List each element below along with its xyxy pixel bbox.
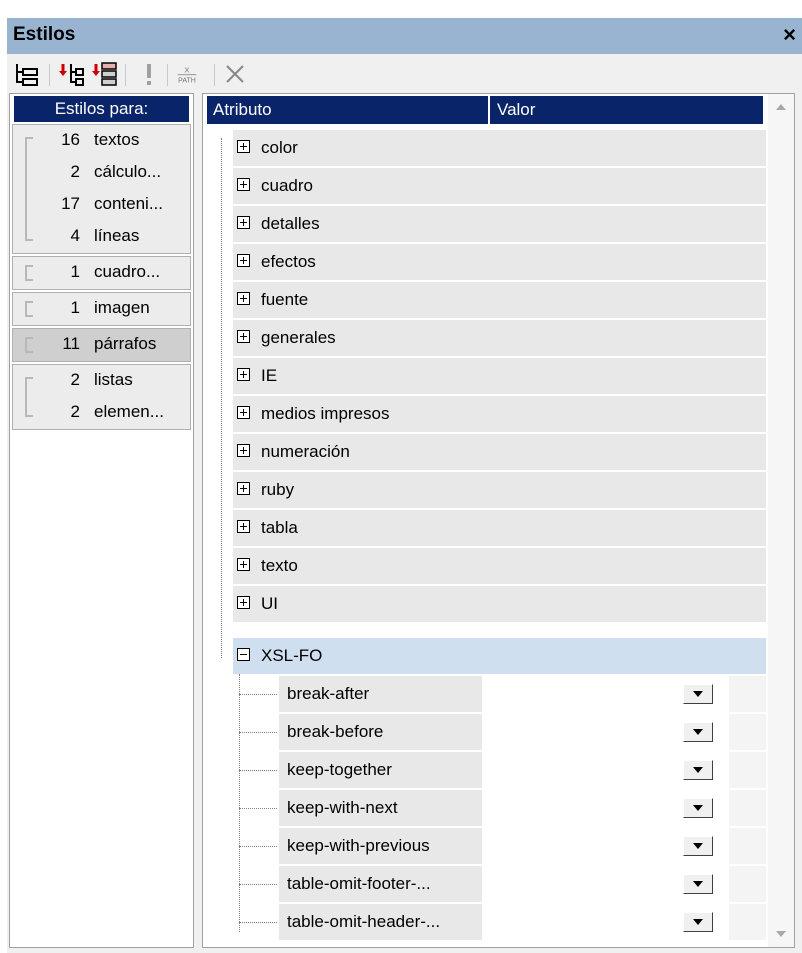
attribute-group-row[interactable]: UI: [233, 586, 766, 622]
attribute-group-row[interactable]: efectos: [233, 244, 766, 280]
toolbar: X PATH: [7, 54, 802, 94]
dropdown-arrow-icon[interactable]: [683, 722, 713, 742]
add-style-alt-icon[interactable]: [90, 60, 118, 88]
svg-text:X: X: [184, 65, 190, 74]
collapse-icon[interactable]: [237, 648, 250, 661]
attribute-row[interactable]: break-after: [279, 676, 482, 712]
title-bar: Estilos ×: [7, 18, 802, 54]
style-group-text: 16 textos 2 cálculo... 17 conteni... 4 línea…: [12, 124, 191, 254]
column-header-attribute[interactable]: Atributo: [213, 100, 272, 120]
attribute-value[interactable]: [487, 790, 727, 826]
dropdown-arrow-icon[interactable]: [683, 912, 713, 932]
attribute-row[interactable]: table-omit-footer-...: [279, 866, 482, 902]
vertical-scrollbar[interactable]: [768, 94, 794, 947]
expand-icon[interactable]: [237, 406, 250, 419]
attribute-value[interactable]: [487, 752, 727, 788]
attribute-group-row[interactable]: detalles: [233, 206, 766, 242]
attribute-row[interactable]: table-omit-header-...: [279, 904, 482, 940]
attribute-group-row[interactable]: IE: [233, 358, 766, 394]
dropdown-arrow-icon[interactable]: [683, 684, 713, 704]
list-item[interactable]: 4 líneas: [13, 221, 190, 253]
expand-icon[interactable]: [237, 216, 250, 229]
window-title: Estilos: [13, 24, 76, 45]
attribute-value[interactable]: [487, 866, 727, 902]
attribute-row[interactable]: keep-with-previous: [279, 828, 482, 864]
attribute-group-row[interactable]: generales: [233, 320, 766, 356]
attributes-header: Atributo Valor: [207, 96, 763, 124]
attribute-value[interactable]: [487, 714, 727, 750]
style-group-image: 1 imagen: [12, 292, 191, 326]
style-group-paragraphs: 11 párrafos: [12, 328, 191, 362]
attribute-group-row[interactable]: numeración: [233, 434, 766, 470]
add-style-icon[interactable]: [57, 60, 85, 88]
expand-icon[interactable]: [237, 254, 250, 267]
expand-icon[interactable]: [237, 292, 250, 305]
style-group-box: 1 cuadro...: [12, 256, 191, 290]
svg-text:PATH: PATH: [178, 78, 196, 85]
attributes-panel: Atributo Valor color cuadro detalles efe…: [202, 93, 795, 948]
attribute-group-row[interactable]: color: [233, 130, 766, 166]
expand-icon[interactable]: [237, 558, 250, 571]
close-icon[interactable]: ×: [783, 22, 796, 48]
list-item[interactable]: 1 cuadro...: [13, 257, 190, 289]
column-header-value[interactable]: Valor: [497, 100, 535, 120]
expand-icon[interactable]: [237, 482, 250, 495]
dropdown-arrow-icon[interactable]: [683, 836, 713, 856]
list-item[interactable]: 2 cálculo...: [13, 157, 190, 189]
styles-for-panel: Estilos para: 16 textos 2 cálculo... 17 con…: [9, 93, 194, 948]
important-icon[interactable]: [135, 60, 163, 88]
expand-icon[interactable]: [237, 330, 250, 343]
dropdown-arrow-icon[interactable]: [683, 760, 713, 780]
attribute-group-row[interactable]: tabla: [233, 510, 766, 546]
xpath-icon[interactable]: X PATH: [173, 60, 209, 88]
attribute-value[interactable]: [487, 904, 727, 940]
styles-for-header: Estilos para:: [14, 96, 189, 122]
attribute-group-row-expanded[interactable]: XSL-FO: [233, 638, 766, 674]
tree-view-icon[interactable]: [13, 60, 41, 88]
list-item[interactable]: 2 listas: [13, 365, 190, 397]
list-item[interactable]: 17 conteni...: [13, 189, 190, 221]
expand-icon[interactable]: [237, 596, 250, 609]
attribute-group-row[interactable]: medios impresos: [233, 396, 766, 432]
scroll-down-icon[interactable]: [776, 931, 786, 937]
list-item[interactable]: 16 textos: [13, 125, 190, 157]
expand-icon[interactable]: [237, 520, 250, 533]
attribute-group-row[interactable]: ruby: [233, 472, 766, 508]
style-group-lists: 2 listas 2 elemen...: [12, 364, 191, 430]
attribute-row[interactable]: keep-with-next: [279, 790, 482, 826]
dropdown-arrow-icon[interactable]: [683, 798, 713, 818]
list-item-selected[interactable]: 11 párrafos: [13, 329, 190, 361]
expand-icon[interactable]: [237, 178, 250, 191]
attribute-value[interactable]: [487, 828, 727, 864]
expand-icon[interactable]: [237, 444, 250, 457]
expand-icon[interactable]: [237, 140, 250, 153]
expand-icon[interactable]: [237, 368, 250, 381]
delete-icon[interactable]: [221, 60, 249, 88]
attribute-group-row[interactable]: texto: [233, 548, 766, 584]
scroll-up-icon[interactable]: [776, 104, 786, 110]
attribute-group-row[interactable]: fuente: [233, 282, 766, 318]
list-item[interactable]: 1 imagen: [13, 293, 190, 325]
attribute-row[interactable]: keep-together: [279, 752, 482, 788]
attribute-value[interactable]: [487, 676, 727, 712]
attribute-row[interactable]: break-before: [279, 714, 482, 750]
attribute-group-row[interactable]: cuadro: [233, 168, 766, 204]
dropdown-arrow-icon[interactable]: [683, 874, 713, 894]
list-item[interactable]: 2 elemen...: [13, 397, 190, 429]
